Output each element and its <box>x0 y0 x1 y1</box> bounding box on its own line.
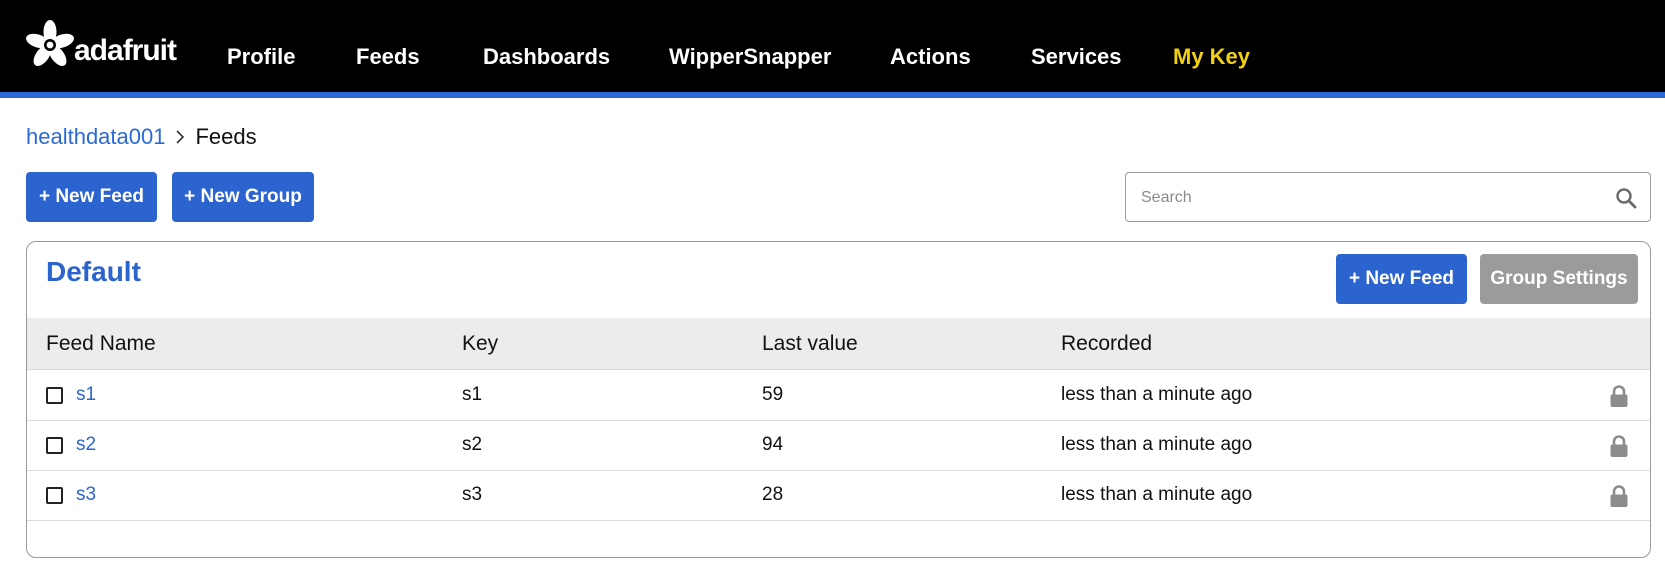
group-settings-button[interactable]: Group Settings <box>1480 254 1638 304</box>
nav-item-profile[interactable]: Profile <box>227 44 295 70</box>
adafruit-logo[interactable]: adafruit <box>24 18 177 72</box>
nav-accent-stripe <box>0 92 1665 98</box>
feed-key: s1 <box>462 384 483 405</box>
nav-item-my-key[interactable]: My Key <box>1173 44 1250 70</box>
table-header: Feed Name Key Last value Recorded <box>27 318 1650 370</box>
feed-last-value: 59 <box>762 384 784 405</box>
feed-name-link[interactable]: s2 <box>76 434 96 456</box>
feed-name-link[interactable]: s3 <box>76 484 96 506</box>
table-row: s1 s1 59 less than a minute ago <box>27 371 1650 421</box>
nav-item-actions[interactable]: Actions <box>890 44 971 70</box>
group-title[interactable]: Default <box>46 256 141 288</box>
breadcrumb-user-link[interactable]: healthdata001 <box>26 124 165 150</box>
row-checkbox[interactable] <box>46 387 63 404</box>
feed-name-link[interactable]: s1 <box>76 384 96 406</box>
breadcrumb-current: Feeds <box>195 124 257 149</box>
search-input[interactable] <box>1141 185 1581 211</box>
adafruit-flower-icon <box>26 20 74 66</box>
column-header-key[interactable]: Key <box>462 332 498 356</box>
search-icon[interactable] <box>1614 186 1638 210</box>
row-checkbox[interactable] <box>46 487 63 504</box>
nav-item-wippersnapper[interactable]: WipperSnapper <box>669 44 831 70</box>
feed-key: s3 <box>462 484 483 505</box>
lock-icon[interactable] <box>1609 484 1629 508</box>
group-new-feed-button[interactable]: + New Feed <box>1336 254 1467 304</box>
new-feed-button[interactable]: + New Feed <box>26 172 157 222</box>
table-row: s3 s3 28 less than a minute ago <box>27 471 1650 521</box>
nav-item-dashboards[interactable]: Dashboards <box>483 44 610 70</box>
column-header-recorded[interactable]: Recorded <box>1061 332 1152 356</box>
column-header-last-value[interactable]: Last value <box>762 332 858 356</box>
top-navigation-bar: adafruit Profile Feeds Dashboards Wipper… <box>0 0 1665 92</box>
feed-last-value: 94 <box>762 434 784 455</box>
feed-recorded: less than a minute ago <box>1061 384 1253 405</box>
table-row: s2 s2 94 less than a minute ago <box>27 421 1650 471</box>
nav-item-services[interactable]: Services <box>1031 44 1122 70</box>
lock-icon[interactable] <box>1609 384 1629 408</box>
nav-item-feeds[interactable]: Feeds <box>356 44 420 70</box>
chevron-right-icon <box>176 130 185 144</box>
brand-name: adafruit <box>74 34 177 67</box>
breadcrumb: healthdata001 Feeds <box>26 124 257 150</box>
feed-last-value: 28 <box>762 484 784 505</box>
lock-icon[interactable] <box>1609 434 1629 458</box>
feed-recorded: less than a minute ago <box>1061 434 1253 455</box>
search-box <box>1125 172 1651 222</box>
feed-key: s2 <box>462 434 483 455</box>
feed-group-panel: Default + New Feed Group Settings Feed N… <box>26 241 1651 558</box>
row-checkbox[interactable] <box>46 437 63 454</box>
feed-recorded: less than a minute ago <box>1061 484 1253 505</box>
new-group-button[interactable]: + New Group <box>172 172 314 222</box>
column-header-feed-name[interactable]: Feed Name <box>46 332 156 356</box>
